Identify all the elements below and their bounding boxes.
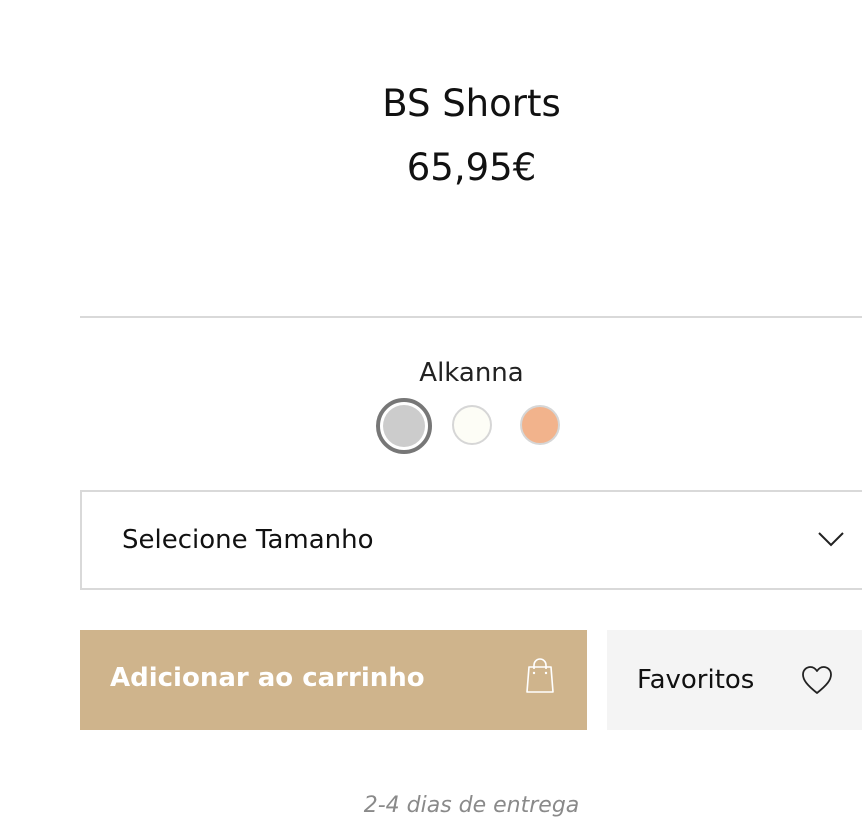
size-select[interactable]: Selecione Tamanho [80,490,862,590]
size-select-label: Selecione Tamanho [122,525,374,555]
chevron-down-icon [818,532,844,547]
color-swatch[interactable] [452,405,492,445]
product-price: 65,95€ [406,146,537,189]
product-title: BS Shorts [382,82,561,125]
add-to-cart-button[interactable]: Adicionar ao carrinho [80,630,587,730]
favorites-label: Favoritos [637,665,755,695]
shopping-bag-icon [526,658,554,693]
color-swatch-selected[interactable] [376,398,432,454]
heart-icon [802,666,832,694]
favorites-button[interactable]: Favoritos [607,630,862,730]
selected-color-name: Alkanna [419,358,524,388]
divider [80,316,862,318]
color-swatch-fill [383,405,425,447]
color-swatch[interactable] [520,405,560,445]
add-to-cart-label: Adicionar ao carrinho [110,663,425,693]
delivery-estimate: 2-4 dias de entrega [363,793,580,818]
product-page: BS Shorts 65,95€ Alkanna Selecione Taman… [0,0,862,820]
